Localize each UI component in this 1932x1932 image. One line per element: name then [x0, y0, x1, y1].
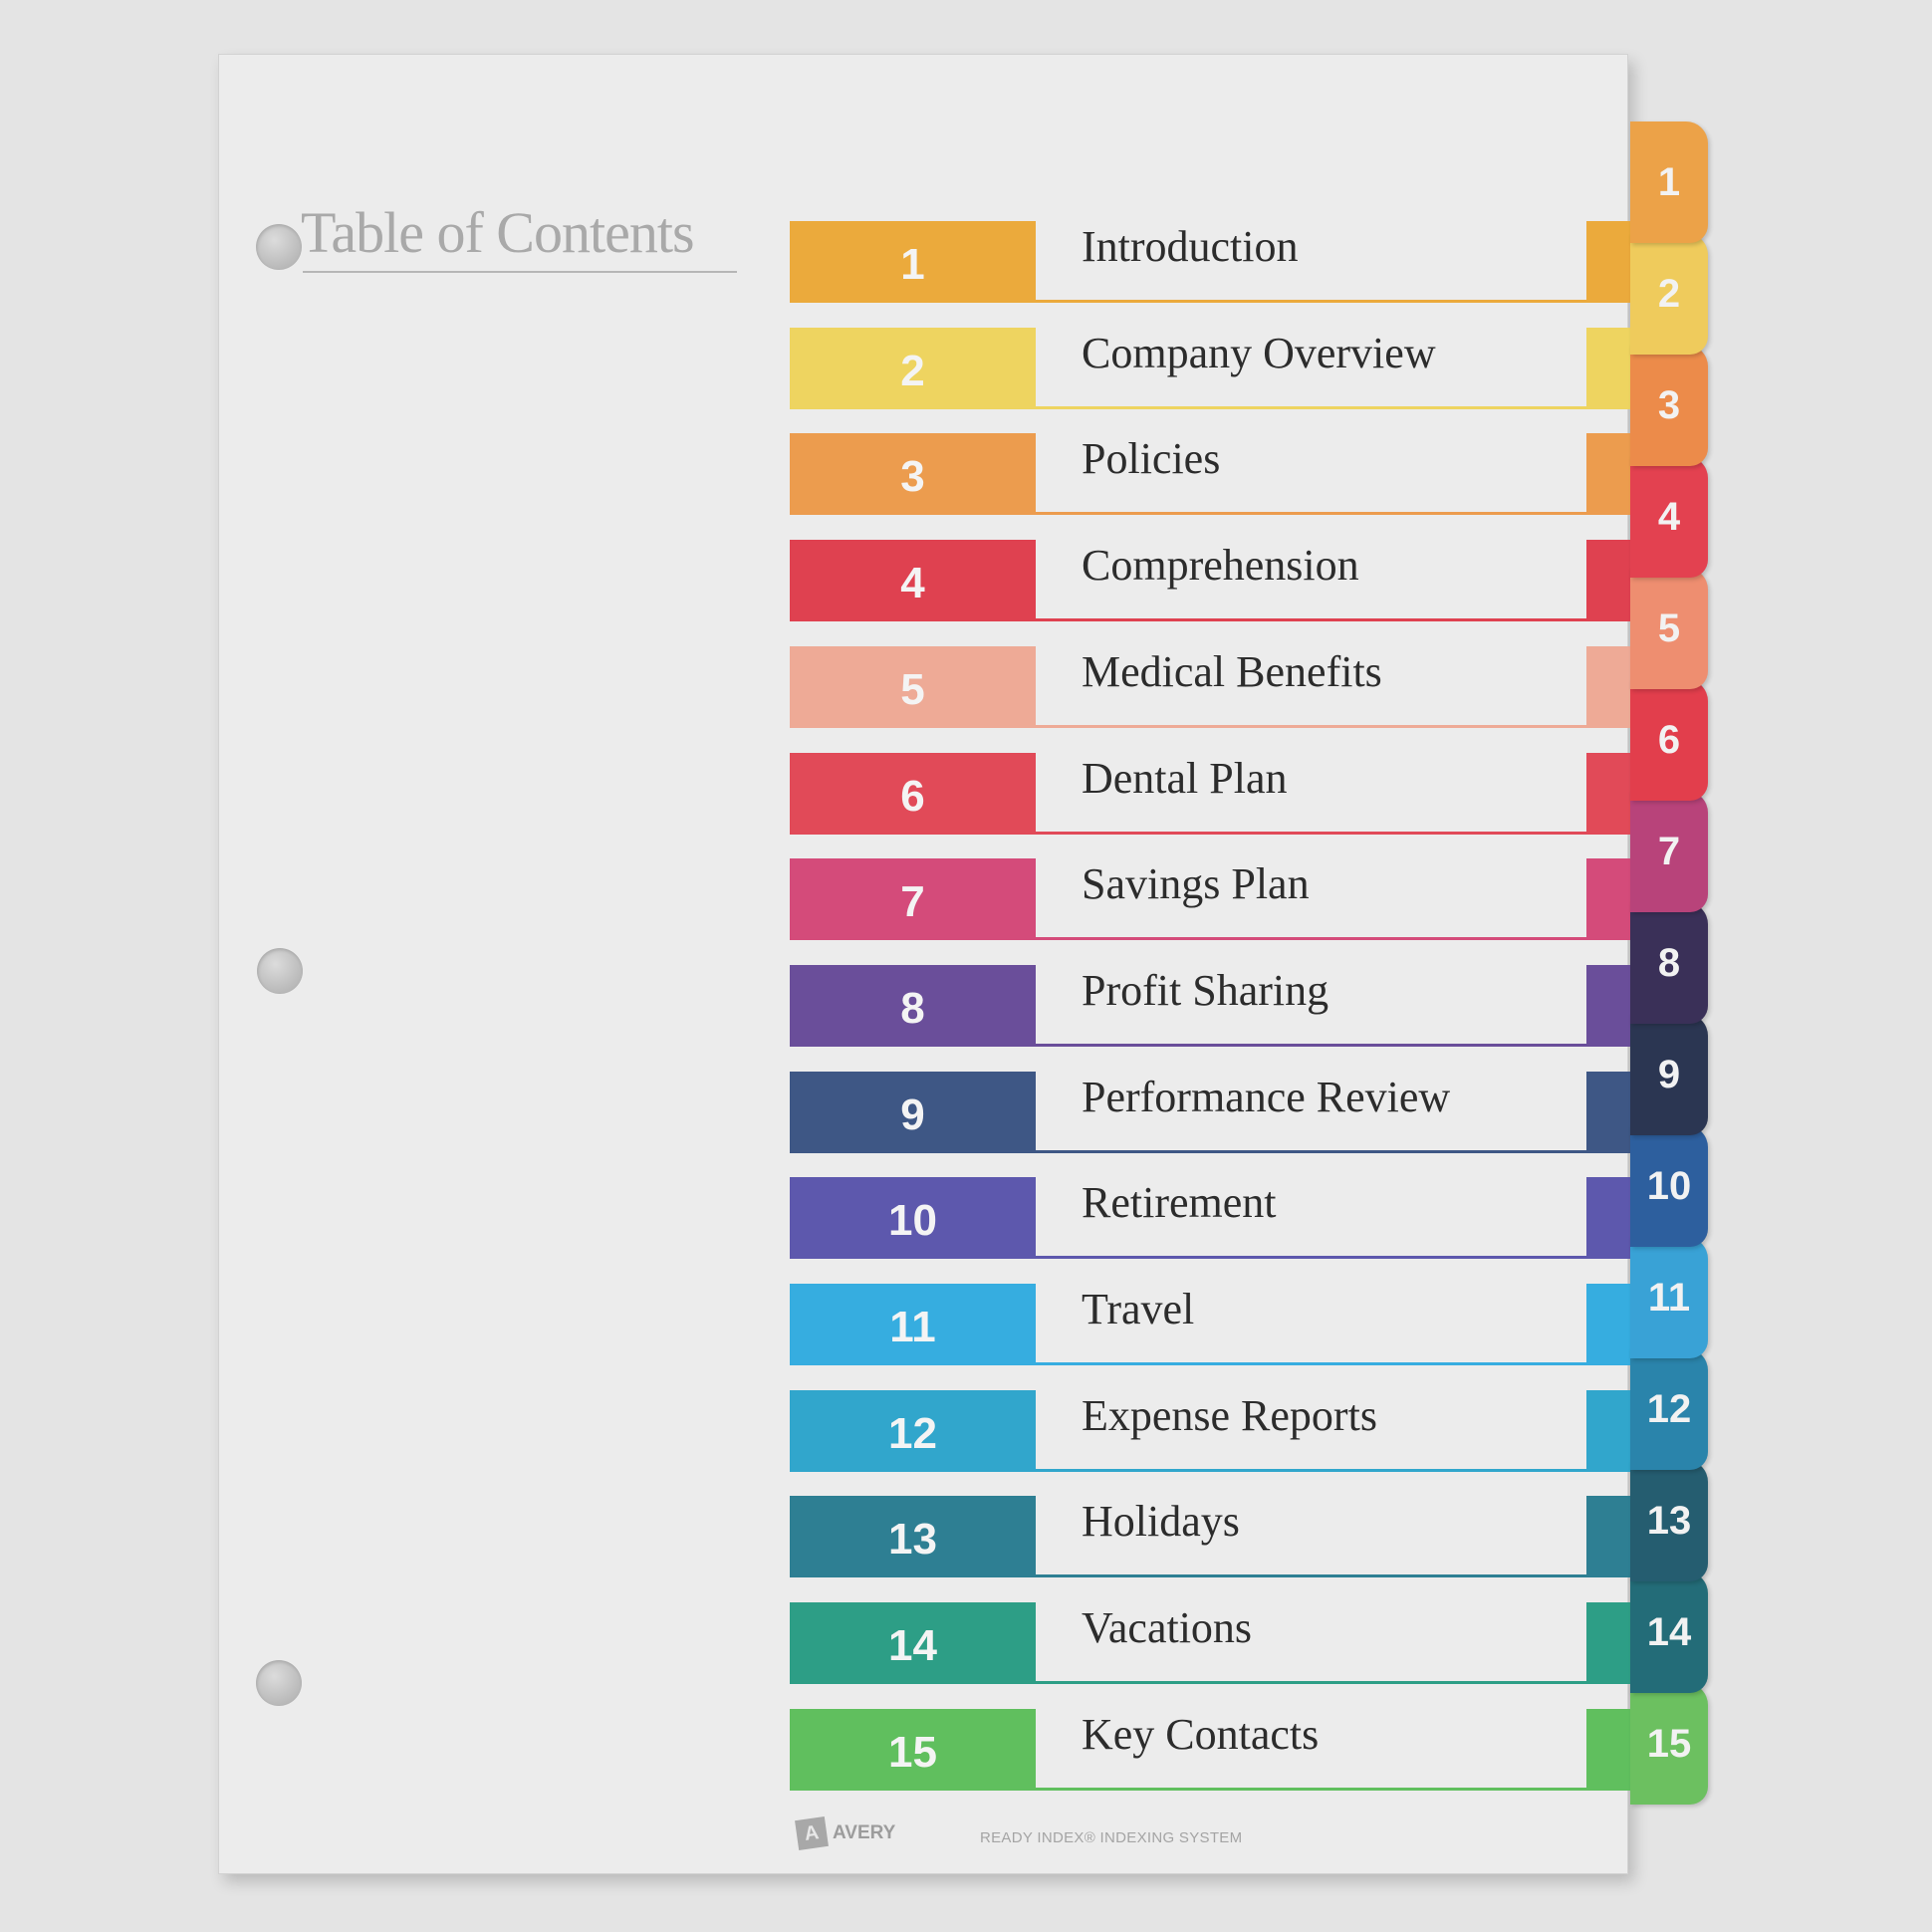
entry-color-endcap: [1586, 1496, 1630, 1578]
entry-number: 12: [790, 1389, 1036, 1472]
toc-entry[interactable]: 5 Medical Benefits: [790, 645, 1630, 728]
entry-number: 5: [790, 645, 1036, 728]
toc-entry[interactable]: 12 Expense Reports: [790, 1389, 1630, 1472]
entry-underline: [1036, 1362, 1586, 1365]
entry-color-endcap: [1586, 1389, 1630, 1472]
toc-entry[interactable]: 8 Profit Sharing: [790, 964, 1630, 1047]
entry-underline: [1036, 937, 1586, 941]
entry-label: Holidays: [1082, 1497, 1240, 1547]
entry-label: Company Overview: [1082, 328, 1436, 377]
entry-label: Performance Review: [1082, 1072, 1451, 1121]
entry-number: 6: [790, 752, 1036, 835]
punch-hole-bottom: [256, 1660, 302, 1706]
entry-color-endcap: [1586, 1284, 1630, 1365]
toc-entry[interactable]: 1 Introduction: [790, 221, 1630, 303]
entry-color-endcap: [1586, 433, 1630, 516]
divider-tab[interactable]: 13: [1630, 1460, 1708, 1581]
page-title: Table of Contents: [301, 200, 695, 265]
entry-underline: [1036, 405, 1586, 409]
entry-underline: [1036, 1574, 1586, 1578]
entry-underline: [1036, 724, 1586, 728]
entry-label: Policies: [1082, 434, 1221, 484]
entry-number: 9: [790, 1071, 1036, 1153]
entry-underline: [1036, 1468, 1586, 1472]
divider-tab[interactable]: 2: [1630, 233, 1708, 355]
entry-underline: [1036, 1787, 1586, 1791]
divider-tab[interactable]: 7: [1630, 791, 1708, 912]
entry-color-endcap: [1586, 327, 1630, 409]
indexing-system-label: READY INDEX® INDEXING SYSTEM: [980, 1829, 1243, 1846]
entry-label: Retirement: [1082, 1178, 1277, 1228]
entry-number: 15: [790, 1708, 1036, 1791]
divider-tab[interactable]: 12: [1630, 1348, 1708, 1470]
entry-label: Comprehension: [1082, 541, 1359, 591]
divider-tab[interactable]: 15: [1630, 1683, 1708, 1805]
entry-color-endcap: [1586, 752, 1630, 835]
toc-entry[interactable]: 13 Holidays: [790, 1496, 1630, 1578]
entry-label: Travel: [1082, 1285, 1195, 1333]
entry-label: Vacations: [1082, 1603, 1253, 1653]
entry-color-endcap: [1586, 964, 1630, 1047]
entry-underline: [1036, 1256, 1586, 1260]
toc-entry[interactable]: 2 Company Overview: [790, 327, 1630, 409]
entry-color-endcap: [1586, 1602, 1630, 1685]
entry-number: 10: [790, 1177, 1036, 1260]
divider-tab[interactable]: 11: [1630, 1237, 1708, 1358]
entry-number: 13: [790, 1496, 1036, 1578]
divider-tab[interactable]: 5: [1630, 568, 1708, 689]
entry-number: 8: [790, 964, 1036, 1047]
divider-tab[interactable]: 4: [1630, 456, 1708, 578]
entry-color-endcap: [1586, 1177, 1630, 1260]
divider-tab[interactable]: 3: [1630, 345, 1708, 466]
entry-color-endcap: [1586, 221, 1630, 303]
entry-number: 3: [790, 433, 1036, 516]
toc-entry[interactable]: 6 Dental Plan: [790, 752, 1630, 835]
toc-entry[interactable]: 10 Retirement: [790, 1177, 1630, 1260]
entry-underline: [1036, 618, 1586, 622]
toc-entry[interactable]: 14 Vacations: [790, 1602, 1630, 1685]
entry-underline: [1036, 512, 1586, 516]
entry-underline: [1036, 1681, 1586, 1685]
toc-entry[interactable]: 15 Key Contacts: [790, 1708, 1630, 1791]
entry-label: Profit Sharing: [1082, 965, 1329, 1015]
entry-number: 2: [790, 327, 1036, 409]
entry-color-endcap: [1586, 1071, 1630, 1153]
toc-entry[interactable]: 4 Comprehension: [790, 540, 1630, 622]
entry-number: 1: [790, 221, 1036, 303]
entry-color-endcap: [1586, 858, 1630, 941]
entry-underline: [1036, 1043, 1586, 1047]
title-underline: [303, 271, 737, 273]
entry-label: Medical Benefits: [1082, 646, 1382, 696]
entry-number: 14: [790, 1602, 1036, 1685]
entry-color-endcap: [1586, 1708, 1630, 1791]
entry-label: Savings Plan: [1082, 859, 1310, 909]
divider-tab[interactable]: 14: [1630, 1571, 1708, 1693]
divider-tab[interactable]: 1: [1630, 121, 1708, 243]
entry-underline: [1036, 1149, 1586, 1153]
punch-hole-middle: [257, 948, 303, 994]
avery-logo-icon: A: [795, 1816, 829, 1850]
entry-color-endcap: [1586, 645, 1630, 728]
brand-name: AVERY: [833, 1822, 896, 1843]
entry-label: Expense Reports: [1082, 1390, 1377, 1440]
toc-entry[interactable]: 3 Policies: [790, 433, 1630, 516]
entry-underline: [1036, 300, 1586, 303]
entry-underline: [1036, 831, 1586, 835]
toc-entry[interactable]: 11 Travel: [790, 1284, 1630, 1365]
divider-tab[interactable]: 10: [1630, 1125, 1708, 1247]
entry-label: Key Contacts: [1082, 1709, 1320, 1759]
entry-number: 11: [790, 1284, 1036, 1365]
avery-logo: A AVERY: [795, 1816, 896, 1850]
toc-entry[interactable]: 9 Performance Review: [790, 1071, 1630, 1153]
entry-number: 4: [790, 540, 1036, 622]
entry-label: Dental Plan: [1082, 753, 1288, 803]
divider-tab[interactable]: 6: [1630, 679, 1708, 801]
toc-entry[interactable]: 7 Savings Plan: [790, 858, 1630, 941]
entry-number: 7: [790, 858, 1036, 941]
entry-label: Introduction: [1082, 222, 1299, 271]
entry-color-endcap: [1586, 540, 1630, 622]
divider-tab[interactable]: 9: [1630, 1014, 1708, 1135]
divider-tab[interactable]: 8: [1630, 902, 1708, 1024]
punch-hole-top: [256, 224, 302, 270]
